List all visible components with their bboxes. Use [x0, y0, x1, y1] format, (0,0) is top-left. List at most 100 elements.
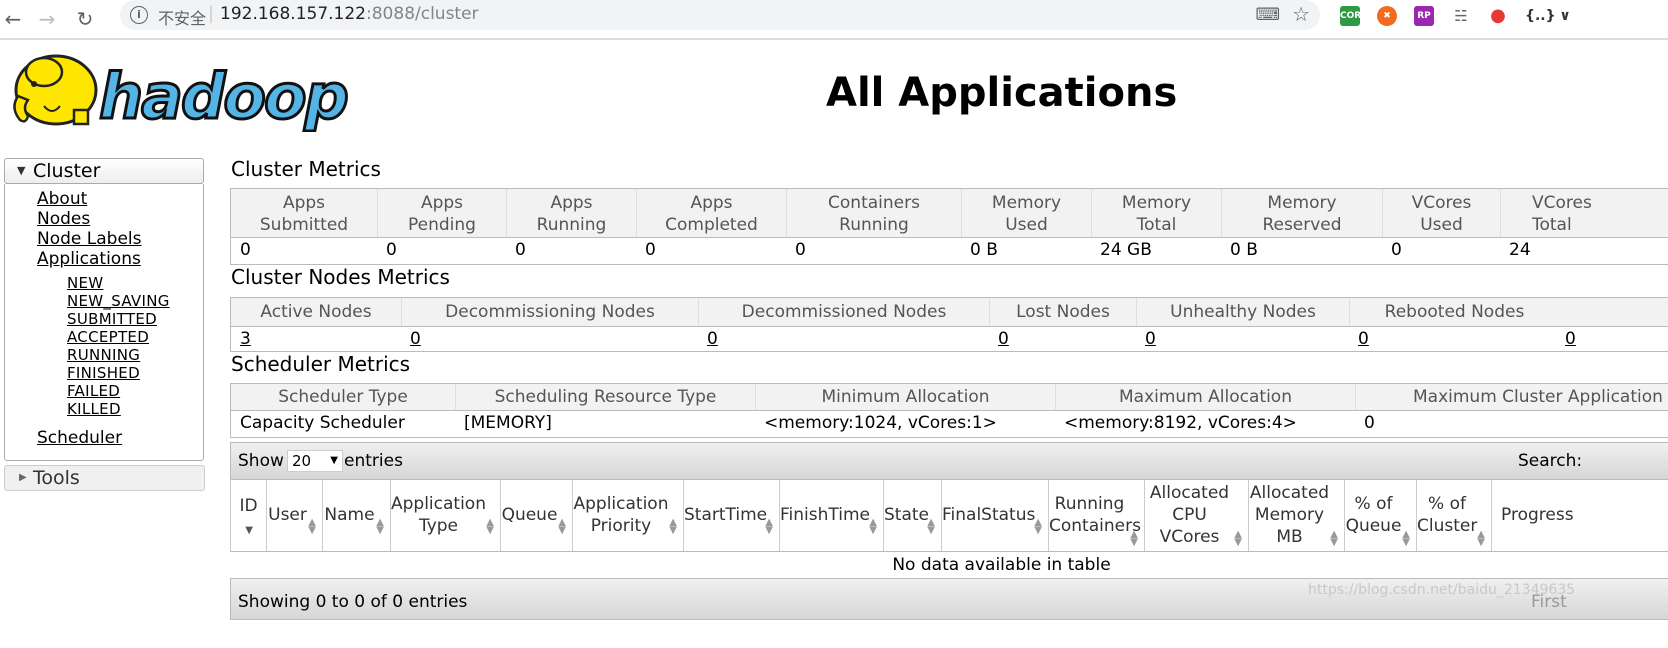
address-bar[interactable]: i 不安全 | 192.168.157.122:8088/cluster ⌨ ☆ — [120, 0, 1320, 30]
col-label-line: Allocated — [1149, 483, 1230, 503]
col-application-type[interactable]: Application Type ▲ ▼ — [391, 479, 501, 551]
cluster-accordion-header[interactable]: ▼ Cluster — [4, 158, 204, 184]
back-icon[interactable]: ← — [0, 4, 28, 34]
browser-toolbar: ← → ↻ i 不安全 | 192.168.157.122:8088/clust… — [0, 0, 1668, 40]
col-allocated-memory-mb[interactable]: Allocated Memory MB ▲ ▼ — [1249, 479, 1345, 551]
nav-about[interactable]: About — [37, 189, 87, 209]
header-apps-pending: Apps Pending — [377, 189, 506, 237]
col-label-line: Cluster — [1417, 516, 1478, 536]
col-user[interactable]: User ▲ ▼ — [267, 479, 323, 551]
col-allocated-cpu-vcores[interactable]: Allocated CPU VCores ▲ ▼ — [1145, 479, 1249, 551]
header-apps-completed: Apps Completed — [636, 189, 786, 237]
col-id[interactable]: ID ▼ — [231, 479, 267, 551]
nav-state-finished[interactable]: FINISHED — [67, 364, 140, 382]
nav-state-new-saving[interactable]: NEW_SAVING — [67, 292, 170, 310]
url-host: 192.168.157.122 — [220, 4, 367, 24]
page-size-select[interactable]: 20 ▼ — [287, 450, 343, 472]
json-extension-icon[interactable]: {..} — [1525, 6, 1556, 26]
nav-nodes[interactable]: Nodes — [37, 209, 90, 229]
header-line: Running — [839, 215, 909, 235]
col-label: ID — [239, 496, 258, 516]
security-label: 不安全 — [158, 9, 207, 28]
header-minimum-allocation: Minimum Allocation — [755, 384, 1055, 410]
col-application-priority[interactable]: Application Priority ▲ ▼ — [573, 479, 684, 551]
col-percent-of-queue[interactable]: % of Queue ▲ ▼ — [1345, 479, 1417, 551]
col-progress[interactable]: Progress — [1492, 479, 1668, 551]
header-line: Apps — [420, 193, 464, 213]
col-label-line: Allocated — [1249, 483, 1330, 503]
url-text[interactable]: 192.168.157.122:8088/cluster — [220, 4, 479, 24]
col-state[interactable]: State ▲ ▼ — [884, 479, 942, 551]
page-title: All Applications — [826, 70, 1178, 116]
col-name[interactable]: Name ▲ ▼ — [323, 479, 391, 551]
value-rebooted-nodes[interactable]: 0 — [1349, 327, 1369, 351]
header-line: Used — [1420, 215, 1463, 235]
map-pin-extension-icon[interactable]: ● — [1488, 6, 1508, 26]
col-label-line: % of — [1354, 494, 1393, 514]
url-path: :8088/cluster — [366, 4, 479, 24]
cluster-metrics-title: Cluster Metrics — [231, 157, 381, 181]
value-decommissioned-nodes[interactable]: 0 — [698, 327, 718, 351]
nav-state-running[interactable]: RUNNING — [67, 346, 140, 364]
header-line: Memory — [1267, 193, 1337, 213]
col-label-line: Type — [418, 516, 459, 536]
nav-applications[interactable]: Applications — [37, 249, 141, 269]
scheduler-metrics-title: Scheduler Metrics — [231, 352, 411, 376]
watermark: https://blog.csdn.net/baidu_21349635 — [1308, 582, 1576, 598]
nav-state-killed[interactable]: KILLED — [67, 400, 121, 418]
triangle-right-icon: ▶ — [19, 472, 27, 483]
col-percent-of-cluster[interactable]: % of Cluster ▲ ▼ — [1417, 479, 1492, 551]
col-label-line: Containers — [1049, 516, 1141, 536]
value-shutdown-nodes[interactable]: 0 — [1556, 327, 1576, 351]
cors-extension-icon[interactable]: CORS — [1340, 6, 1368, 26]
header-memory-used: Memory Used — [961, 189, 1091, 237]
col-finish-time[interactable]: FinishTime ▲ ▼ — [780, 479, 884, 551]
info-icon[interactable]: i — [130, 6, 148, 24]
value-active-nodes[interactable]: 3 — [231, 327, 251, 351]
forward-icon[interactable]: → — [32, 4, 62, 34]
header-line: Containers — [828, 193, 920, 213]
nav-node-labels[interactable]: Node Labels — [37, 229, 142, 249]
col-start-time[interactable]: StartTime ▲ ▼ — [684, 479, 780, 551]
sort-icon: ▲ ▼ — [558, 517, 566, 536]
col-label-line: Application — [573, 494, 669, 514]
nodes-metrics-header-row: Active Nodes Decommissioning Nodes Decom… — [231, 298, 1668, 327]
col-label-line: Running — [1054, 494, 1125, 514]
value-decommissioning-nodes[interactable]: 0 — [401, 327, 421, 351]
col-label: Name — [324, 505, 375, 525]
header-decommissioned-nodes: Decommissioned Nodes — [698, 298, 989, 326]
nav-scheduler[interactable]: Scheduler — [37, 428, 122, 448]
triangle-down-icon: ▼ — [17, 164, 26, 177]
value-unhealthy-nodes[interactable]: 0 — [1136, 327, 1156, 351]
header-line: Used — [1005, 215, 1048, 235]
reload-icon[interactable]: ↻ — [70, 4, 100, 34]
col-label: Application Priority — [573, 493, 669, 537]
col-queue[interactable]: Queue ▲ ▼ — [501, 479, 573, 551]
nav-state-accepted[interactable]: ACCEPTED — [67, 328, 149, 346]
col-running-containers[interactable]: Running Containers ▲ ▼ — [1049, 479, 1145, 551]
header-line: Memory — [1121, 193, 1192, 213]
translate-icon[interactable]: ⌨ — [1255, 5, 1280, 25]
sitemap-extension-icon[interactable]: ☵ — [1451, 6, 1471, 26]
tools-accordion-header[interactable]: ▶ Tools — [4, 465, 205, 491]
sort-icon: ▲ ▼ — [869, 517, 877, 536]
value-lost-nodes[interactable]: 0 — [989, 327, 1009, 351]
nav-state-new[interactable]: NEW — [67, 274, 103, 292]
header-vcores-used: VCores Used — [1382, 189, 1500, 237]
sort-icon: ▲ ▼ — [486, 517, 494, 536]
rp-extension-icon[interactable]: RP — [1414, 6, 1434, 26]
nav-state-submitted[interactable]: SUBMITTED — [67, 310, 157, 328]
header-rebooted-nodes: Rebooted Nodes — [1349, 298, 1559, 326]
entries-label: entries — [344, 451, 403, 471]
bookmark-star-icon[interactable]: ☆ — [1292, 2, 1310, 26]
scheduler-metrics-table: Scheduler Type Scheduling Resource Type … — [230, 383, 1668, 438]
header-line: Submitted — [259, 215, 349, 235]
extension-icon[interactable]: ∨ — [1555, 6, 1575, 26]
header-scheduler-type: Scheduler Type — [278, 387, 408, 407]
col-label: % of Cluster — [1417, 493, 1477, 537]
hadoop-logo: hadoop — [4, 46, 354, 135]
orange-extension-icon[interactable]: ✖ — [1377, 6, 1397, 26]
col-final-status[interactable]: FinalStatus ▲ ▼ — [942, 479, 1049, 551]
sort-icon: ▲ ▼ — [1330, 529, 1338, 548]
nav-state-failed[interactable]: FAILED — [67, 382, 120, 400]
